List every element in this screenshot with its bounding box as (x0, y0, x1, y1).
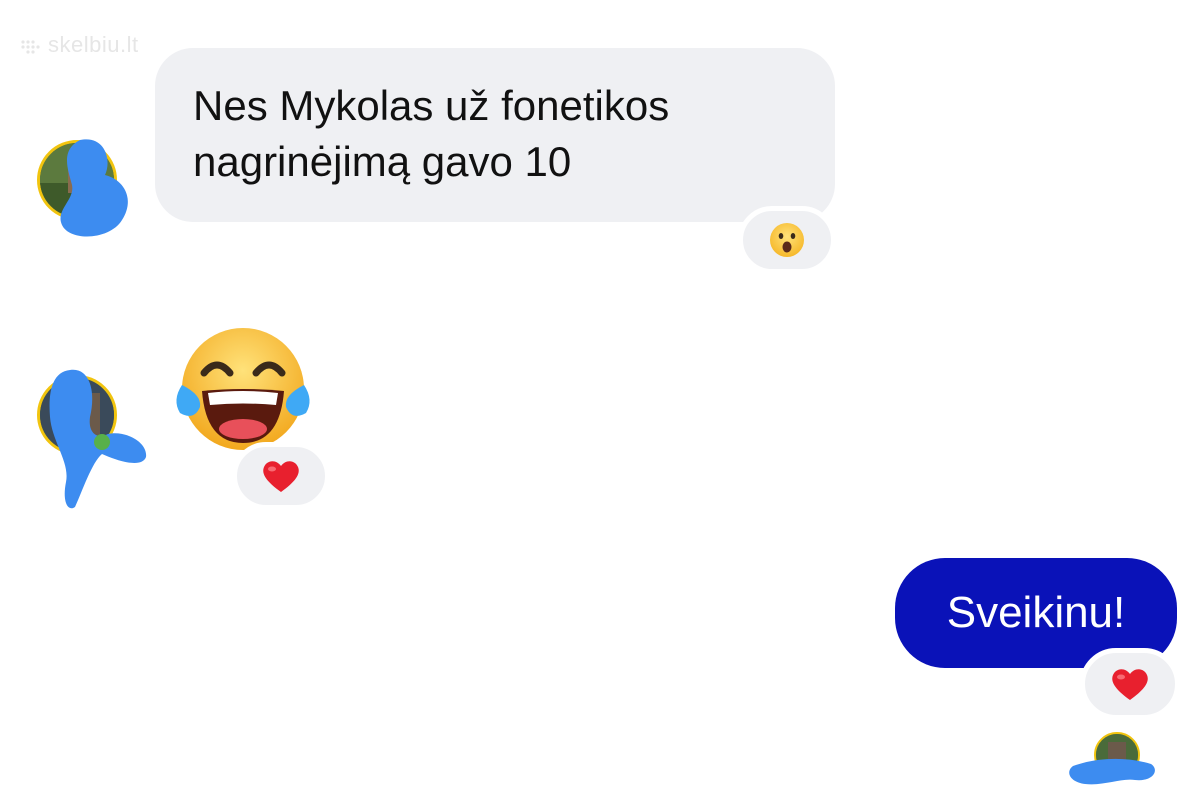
message-text-line: nagrinėjimą gavo 10 (193, 138, 572, 185)
incoming-message-bubble[interactable]: Nes Mykolas už fonetikos nagrinėjimą gav… (155, 48, 835, 222)
message-text-line: Nes Mykolas už fonetikos (193, 82, 670, 129)
watermark-text: skelbiu.lt (48, 32, 139, 57)
sender-avatar[interactable] (37, 375, 117, 455)
message-reaction[interactable] (1080, 648, 1180, 720)
watermark-logo-icon (21, 40, 40, 54)
watermark: skelbiu.lt (20, 32, 139, 58)
heart-icon (263, 461, 299, 492)
read-receipt-avatar (1094, 732, 1140, 778)
laughing-crying-emoji[interactable] (172, 325, 314, 450)
chat-window: skelbiu.lt Nes Mykolas už fonetikos nagr… (0, 0, 1200, 793)
message-text: Sveikinu! (946, 588, 1126, 637)
message-reaction[interactable] (738, 206, 836, 274)
sender-avatar[interactable] (37, 140, 117, 220)
surprised-face-icon (770, 223, 804, 257)
message-reaction[interactable] (232, 442, 330, 510)
heart-icon (1112, 669, 1148, 700)
